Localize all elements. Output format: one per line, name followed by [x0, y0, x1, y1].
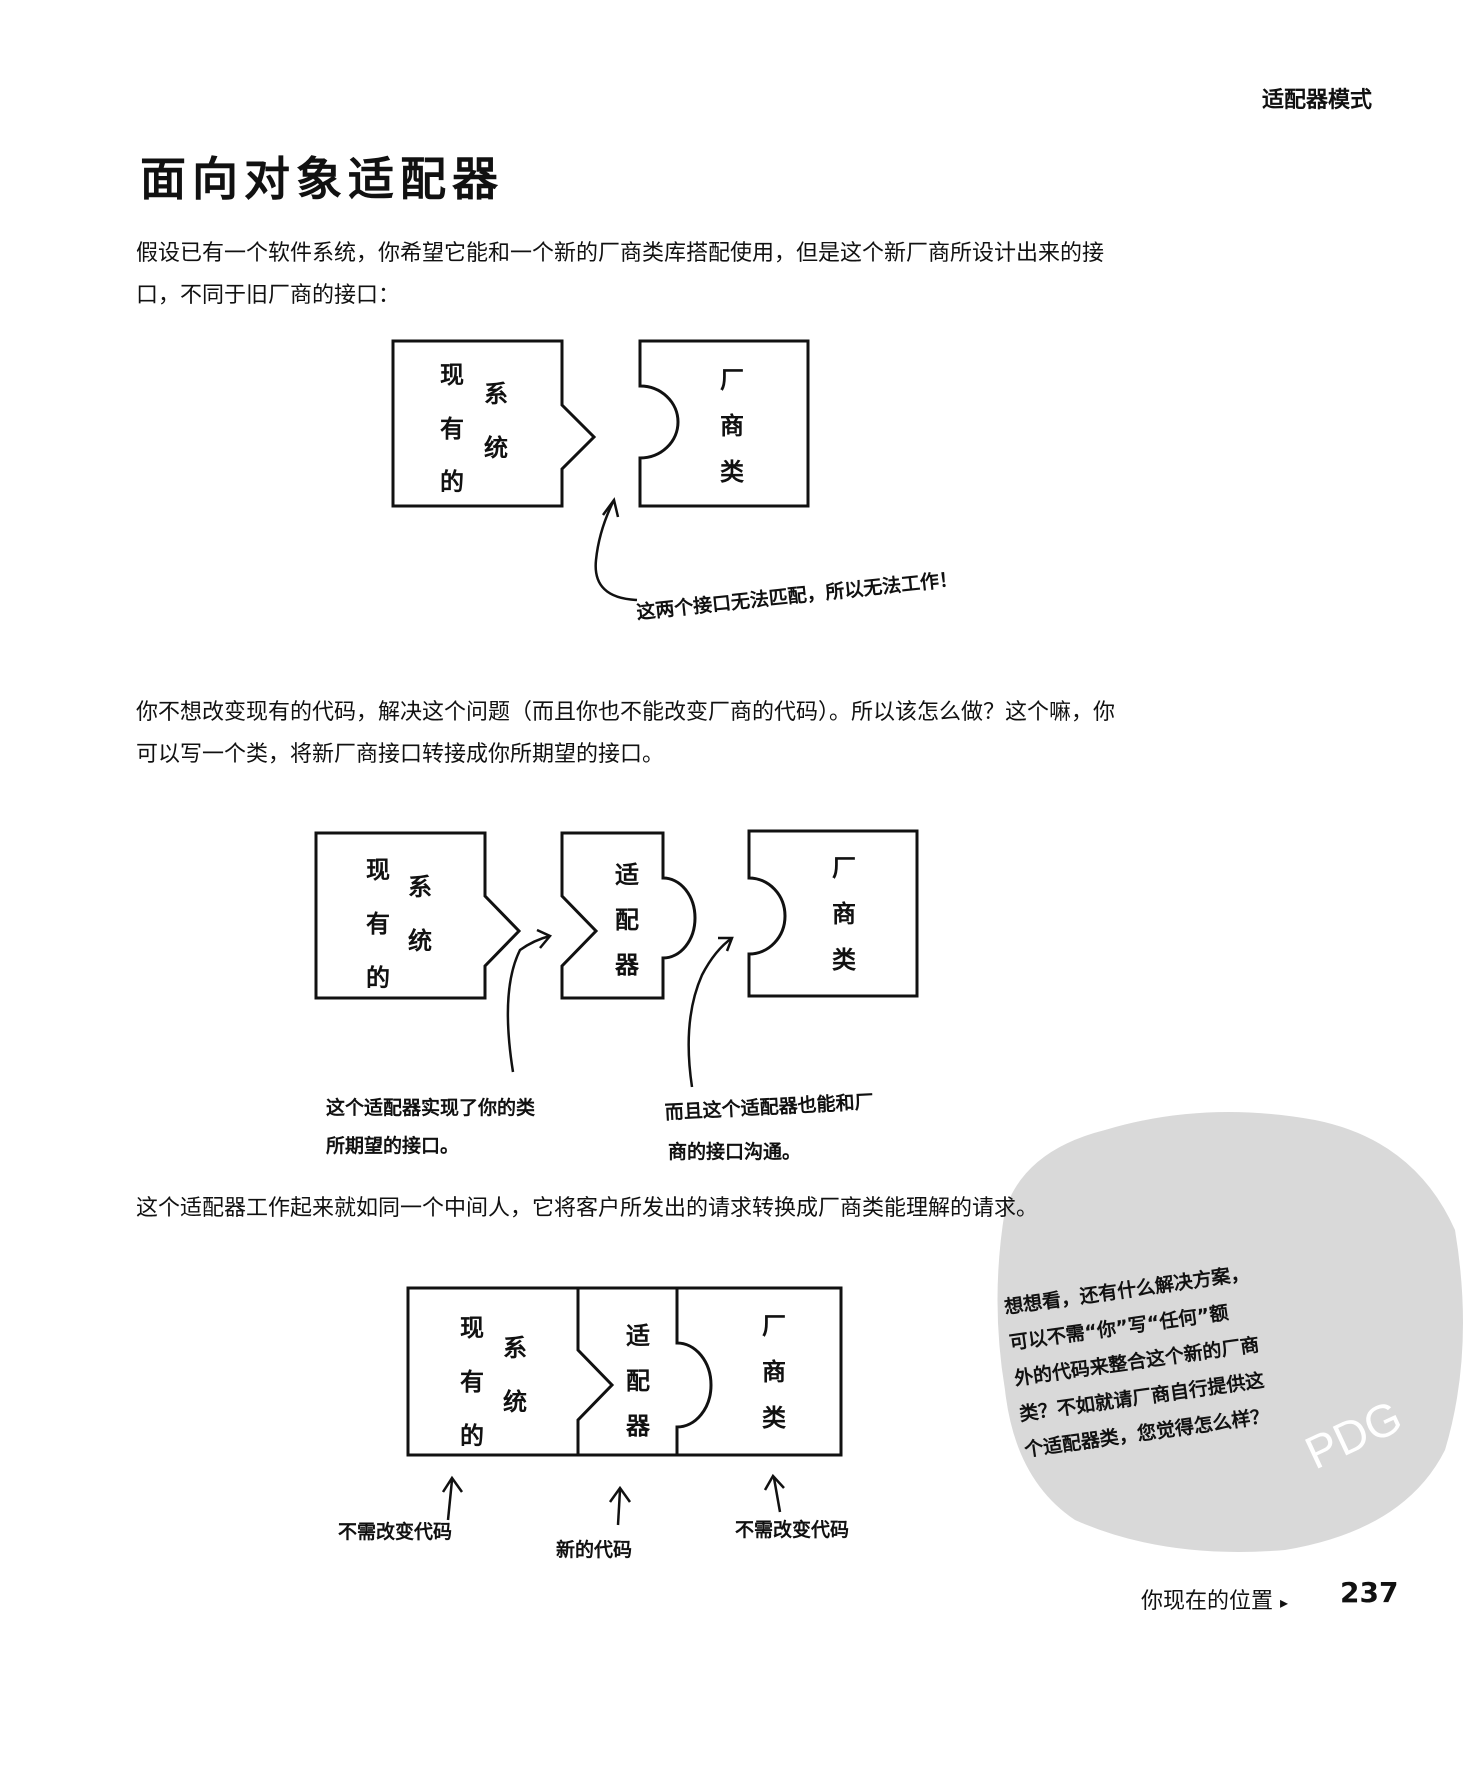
arrow-existing: [446, 1479, 454, 1521]
side-note: 想想看，还有什么解决方案， 可以不需“你”写“任何”额 外的代码来整合这个新的厂…: [1002, 1256, 1272, 1469]
right-triangle-icon: ▸: [1280, 1593, 1289, 1612]
fig3-vendor-char-1: 厂: [762, 1311, 786, 1340]
fig3-label-left: 不需改变代码: [338, 1521, 453, 1543]
fig3-vendor-char-3: 类: [762, 1403, 786, 1432]
fig3-adapter-char-1: 适: [626, 1321, 650, 1350]
existing-adapter-joint: [576, 1288, 615, 1455]
fig3-adapter-char-3: 器: [626, 1411, 650, 1440]
page-number: 237: [1340, 1576, 1399, 1609]
fig3-existing-char-5: 统: [503, 1387, 527, 1416]
fig3-existing-char-3: 的: [460, 1421, 484, 1450]
figure-3: [406, 1286, 843, 1526]
arrow-adapter: [616, 1489, 622, 1526]
fig3-existing-char-1: 现: [460, 1313, 484, 1342]
fig3-existing-char-4: 系: [503, 1333, 527, 1362]
footer-nav-label: 你现在的位置: [1141, 1589, 1274, 1614]
fig3-label-mid: 新的代码: [556, 1539, 633, 1561]
adapter-vendor-joint: [675, 1288, 713, 1455]
fig3-existing-char-2: 有: [460, 1367, 484, 1396]
footer-nav: 你现在的位置 ▸: [1141, 1583, 1288, 1615]
fig3-vendor-char-2: 商: [762, 1357, 786, 1386]
fig3-adapter-char-2: 配: [626, 1366, 650, 1395]
fig3-label-right: 不需改变代码: [735, 1519, 850, 1541]
